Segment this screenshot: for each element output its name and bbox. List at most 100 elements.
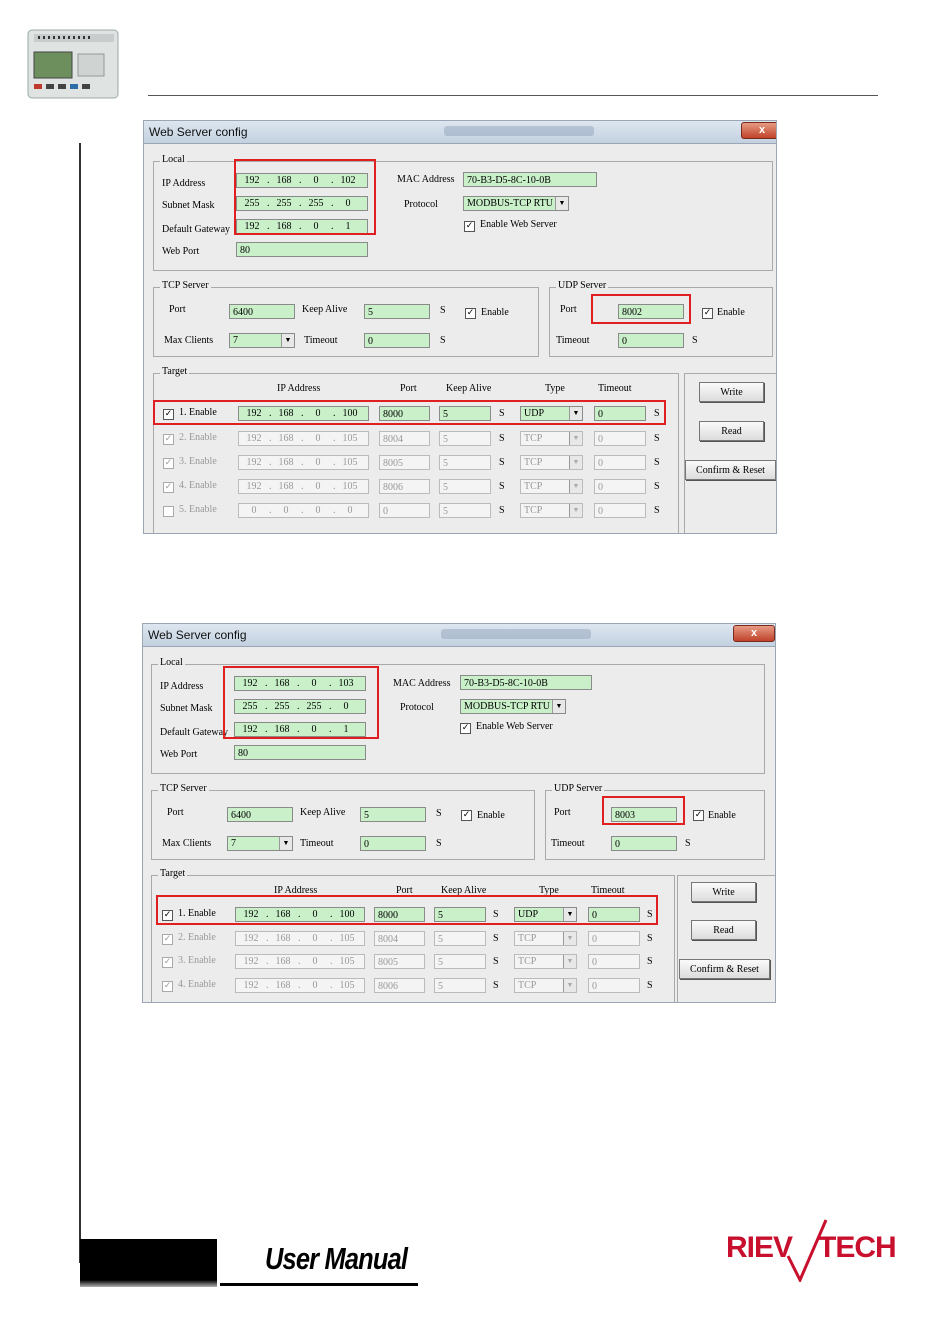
web-port-field[interactable]: 80: [236, 242, 368, 257]
udp-enable-checkbox[interactable]: ✓: [693, 810, 704, 821]
protocol-select[interactable]: MODBUS-TCP RTU ▼: [463, 196, 569, 211]
target-timeout-field[interactable]: 0: [588, 978, 640, 993]
target-ip-field[interactable]: 192. 168. 0. 105: [235, 931, 365, 946]
target-enable-label: 3. Enable: [178, 955, 216, 966]
protocol-value: MODBUS-TCP RTU: [464, 701, 550, 712]
seconds-unit: S: [436, 808, 442, 819]
tcp-port-field[interactable]: 6400: [227, 807, 293, 822]
target-timeout-field[interactable]: 0: [588, 954, 640, 969]
target-type-select[interactable]: TCP ▼: [520, 503, 583, 518]
target-port-field[interactable]: 8004: [374, 931, 425, 946]
confirm-reset-button[interactable]: Confirm & Reset: [679, 959, 770, 979]
target-label: Target: [160, 366, 190, 377]
target-ip-field[interactable]: 192. 168. 0. 105: [238, 455, 369, 470]
target-keep-alive-field[interactable]: 5: [439, 455, 491, 470]
enable-web-server-checkbox[interactable]: ✓: [464, 221, 475, 232]
tcp-timeout-field[interactable]: 0: [360, 836, 426, 851]
target-enable-checkbox[interactable]: ✓: [162, 957, 173, 968]
mac-address-field[interactable]: 70-B3-D5-8C-10-0B: [463, 172, 597, 187]
target-ip-field[interactable]: 0. 0. 0. 0: [238, 503, 369, 518]
write-button[interactable]: Write: [699, 382, 764, 402]
udp-timeout-field[interactable]: 0: [611, 836, 677, 851]
target-enable-checkbox[interactable]: ✓: [163, 482, 174, 493]
target-keep-alive-field[interactable]: 5: [434, 931, 486, 946]
max-clients-select[interactable]: 7 ▼: [227, 836, 293, 851]
target-timeout-field[interactable]: 0: [594, 431, 646, 446]
octet: 192: [243, 956, 259, 967]
tcp-enable-checkbox[interactable]: ✓: [461, 810, 472, 821]
close-button[interactable]: x: [733, 625, 775, 642]
protocol-select[interactable]: MODBUS-TCP RTU ▼: [460, 699, 566, 714]
udp-timeout-field[interactable]: 0: [618, 333, 684, 348]
target-keep-alive-field[interactable]: 5: [439, 503, 491, 518]
target-port-field[interactable]: 8004: [379, 431, 430, 446]
target-type-select[interactable]: TCP ▼: [514, 978, 577, 993]
highlight-box-target-1: [156, 895, 658, 925]
target-timeout-field[interactable]: 0: [588, 931, 640, 946]
target-enable-checkbox[interactable]: ✓: [162, 934, 173, 945]
target-ip-field[interactable]: 192. 168. 0. 105: [238, 431, 369, 446]
target-ip-field[interactable]: 192. 168. 0. 105: [235, 978, 365, 993]
enable-web-server-label: Enable Web Server: [480, 219, 557, 230]
target-type-select[interactable]: TCP ▼: [520, 455, 583, 470]
chevron-down-icon: ▼: [279, 837, 292, 850]
target-port-field[interactable]: 0: [379, 503, 430, 518]
target-keep-alive-field[interactable]: 5: [439, 479, 491, 494]
max-clients-label: Max Clients: [164, 335, 214, 346]
confirm-reset-button[interactable]: Confirm & Reset: [685, 460, 776, 480]
target-type-value: TCP: [524, 457, 543, 468]
tcp-timeout-field[interactable]: 0: [364, 333, 430, 348]
target-type-select[interactable]: TCP ▼: [520, 479, 583, 494]
brand-logo-right: TECH: [818, 1231, 897, 1264]
col-keep-alive: Keep Alive: [446, 383, 492, 394]
target-enable-checkbox[interactable]: ✓: [162, 981, 173, 992]
target-timeout-field[interactable]: 0: [594, 503, 646, 518]
octet: 168: [278, 481, 294, 492]
target-ip-field[interactable]: 192. 168. 0. 105: [238, 479, 369, 494]
max-clients-value: 7: [231, 838, 236, 849]
web-port-field[interactable]: 80: [234, 745, 366, 760]
tcp-port-field[interactable]: 6400: [229, 304, 295, 319]
highlight-box-udp-port: [602, 796, 685, 825]
target-port-field[interactable]: 8005: [374, 954, 425, 969]
target-timeout-field[interactable]: 0: [594, 455, 646, 470]
target-port-field[interactable]: 8005: [379, 455, 430, 470]
seconds-unit: S: [654, 433, 660, 444]
target-enable-checkbox[interactable]: ✓: [163, 434, 174, 445]
highlight-box-local: [223, 666, 379, 739]
target-type-select[interactable]: TCP ▼: [514, 931, 577, 946]
octet: 192: [246, 457, 262, 468]
target-port-field[interactable]: 8006: [379, 479, 430, 494]
seconds-unit: S: [493, 980, 499, 991]
target-timeout-field[interactable]: 0: [594, 479, 646, 494]
tcp-enable-checkbox[interactable]: ✓: [465, 308, 476, 319]
dialog-title: Web Server config: [148, 628, 247, 642]
target-ip-field[interactable]: 192. 168. 0. 105: [235, 954, 365, 969]
read-button[interactable]: Read: [691, 920, 756, 940]
target-enable-checkbox[interactable]: [163, 506, 174, 517]
protocol-value: MODBUS-TCP RTU: [467, 198, 553, 209]
highlight-box-target-1: [153, 400, 666, 425]
udp-enable-checkbox[interactable]: ✓: [702, 308, 713, 319]
enable-web-server-checkbox[interactable]: ✓: [460, 723, 471, 734]
close-button[interactable]: x: [741, 122, 776, 139]
tcp-keep-alive-field[interactable]: 5: [364, 304, 430, 319]
target-type-select[interactable]: TCP ▼: [514, 954, 577, 969]
max-clients-value: 7: [233, 335, 238, 346]
write-button[interactable]: Write: [691, 882, 756, 902]
target-enable-checkbox[interactable]: ✓: [163, 458, 174, 469]
target-keep-alive-field[interactable]: 5: [434, 978, 486, 993]
target-keep-alive-field[interactable]: 5: [434, 954, 486, 969]
read-button[interactable]: Read: [699, 421, 764, 441]
mac-address-field[interactable]: 70-B3-D5-8C-10-0B: [460, 675, 592, 690]
target-enable-label: 2. Enable: [178, 932, 216, 943]
octet: 105: [342, 433, 358, 444]
max-clients-select[interactable]: 7 ▼: [229, 333, 295, 348]
target-keep-alive-field[interactable]: 5: [439, 431, 491, 446]
target-port-field[interactable]: 8006: [374, 978, 425, 993]
chevron-down-icon: ▼: [563, 979, 576, 992]
tcp-keep-alive-field[interactable]: 5: [360, 807, 426, 822]
octet: 105: [339, 956, 355, 967]
footer-underline: [220, 1283, 418, 1286]
target-type-select[interactable]: TCP ▼: [520, 431, 583, 446]
